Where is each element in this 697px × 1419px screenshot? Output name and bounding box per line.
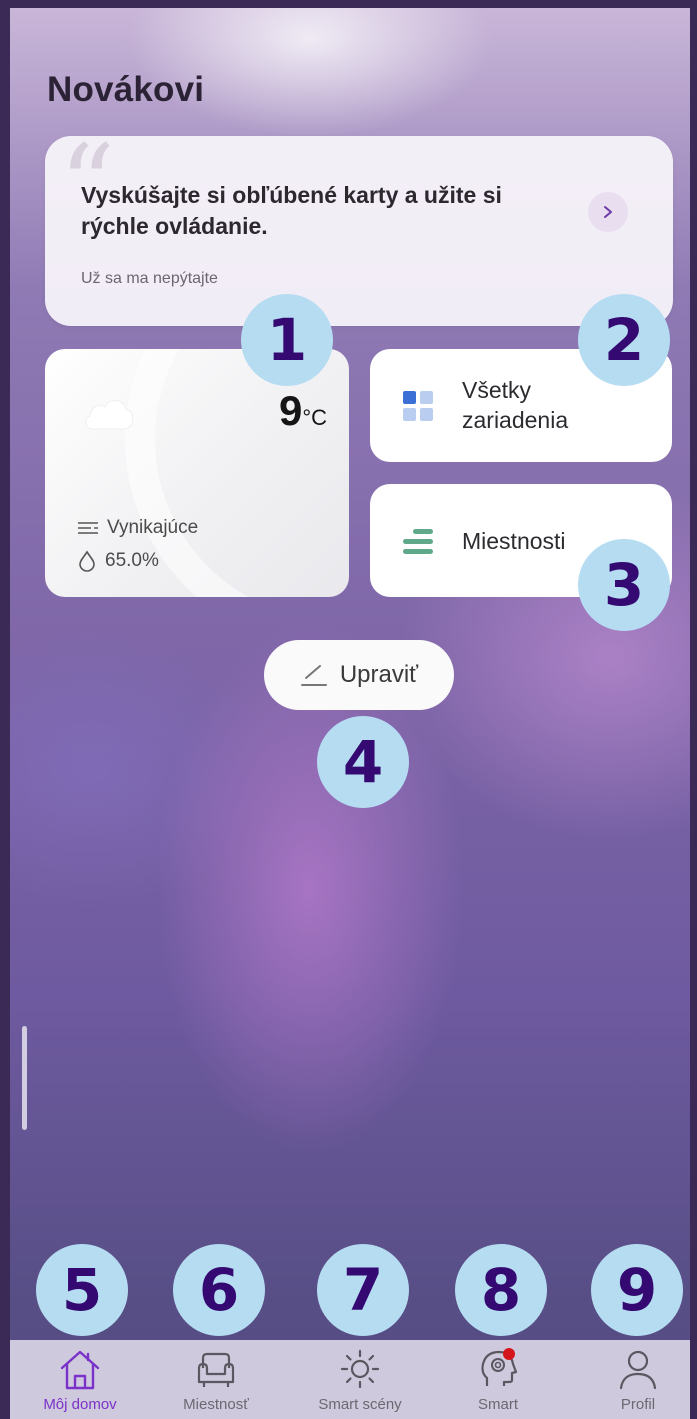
nav-item-smart[interactable]: Smart: [430, 1340, 566, 1419]
armchair-icon: [197, 1352, 235, 1387]
sun-icon: [340, 1349, 380, 1389]
air-quality-label: Vynikajúce: [107, 517, 199, 538]
edit-label: Upraviť: [339, 661, 419, 688]
callout-7: 7: [317, 1244, 409, 1336]
droplet-icon: [79, 550, 95, 572]
edit-button[interactable]: Upraviť: [264, 640, 454, 710]
humidity-value: 65.0%: [105, 550, 159, 571]
notification-dot: [503, 1348, 515, 1360]
grid-icon: [403, 391, 433, 421]
nav-label-smart: Smart: [477, 1396, 518, 1413]
cloud-icon: [81, 393, 137, 438]
humidity-row: 65.0%: [77, 550, 159, 572]
nav-item-home[interactable]: Môj domov: [12, 1340, 148, 1419]
callout-6: 6: [173, 1244, 265, 1336]
home-icon: [60, 1350, 100, 1390]
nav-label-room: Miestnosť: [183, 1396, 249, 1413]
nav-item-profile[interactable]: Profil: [570, 1340, 690, 1419]
dont-ask-again-link[interactable]: Už sa ma nepýtajte: [81, 270, 218, 288]
temperature-value: 9: [278, 387, 303, 434]
nav-label-profile: Profil: [620, 1396, 656, 1413]
tip-card[interactable]: “ Vyskúšajte si obľúbené karty a užite s…: [45, 130, 673, 326]
callout-8: 8: [455, 1244, 547, 1336]
nav-item-smart-scenes[interactable]: Smart scény: [292, 1340, 428, 1419]
callout-3: 3: [578, 539, 670, 631]
air-quality-row: Vynikajúce: [77, 517, 198, 539]
pencil-icon: [300, 665, 327, 686]
callout-2: 2: [578, 294, 670, 386]
app-screen: Novákovi “ Vyskúšajte si obľúbené karty …: [10, 8, 690, 1419]
nav-label-smart-scenes: Smart scény: [318, 1396, 402, 1413]
nav-item-room[interactable]: Miestnosť: [148, 1340, 284, 1419]
chevron-right-icon[interactable]: [588, 192, 628, 232]
brain-icon: [481, 1348, 518, 1386]
rooms-label: Miestnosti: [462, 528, 566, 554]
rooms-icon: [403, 529, 433, 554]
page-title: Novákovi: [47, 70, 205, 109]
tip-text: Vyskúšajte si obľúbené karty a užite si …: [81, 182, 502, 239]
temperature-unit: °C: [302, 405, 327, 430]
nav-label-home: Môj domov: [43, 1396, 117, 1413]
air-quality-icon: [78, 522, 98, 534]
callout-1: 1: [241, 294, 333, 386]
bottom-navigation: Môj domov Miestnosť Smart scény Smart Pr…: [10, 1340, 690, 1419]
temperature: 9°C: [279, 387, 327, 435]
callout-4: 4: [317, 716, 409, 808]
callout-9: 9: [591, 1244, 683, 1336]
user-icon: [619, 1350, 657, 1390]
callout-5: 5: [36, 1244, 128, 1336]
weather-card[interactable]: 9°C Vynikajúce 65.0%: [45, 349, 349, 597]
scroll-indicator[interactable]: [22, 1026, 27, 1130]
